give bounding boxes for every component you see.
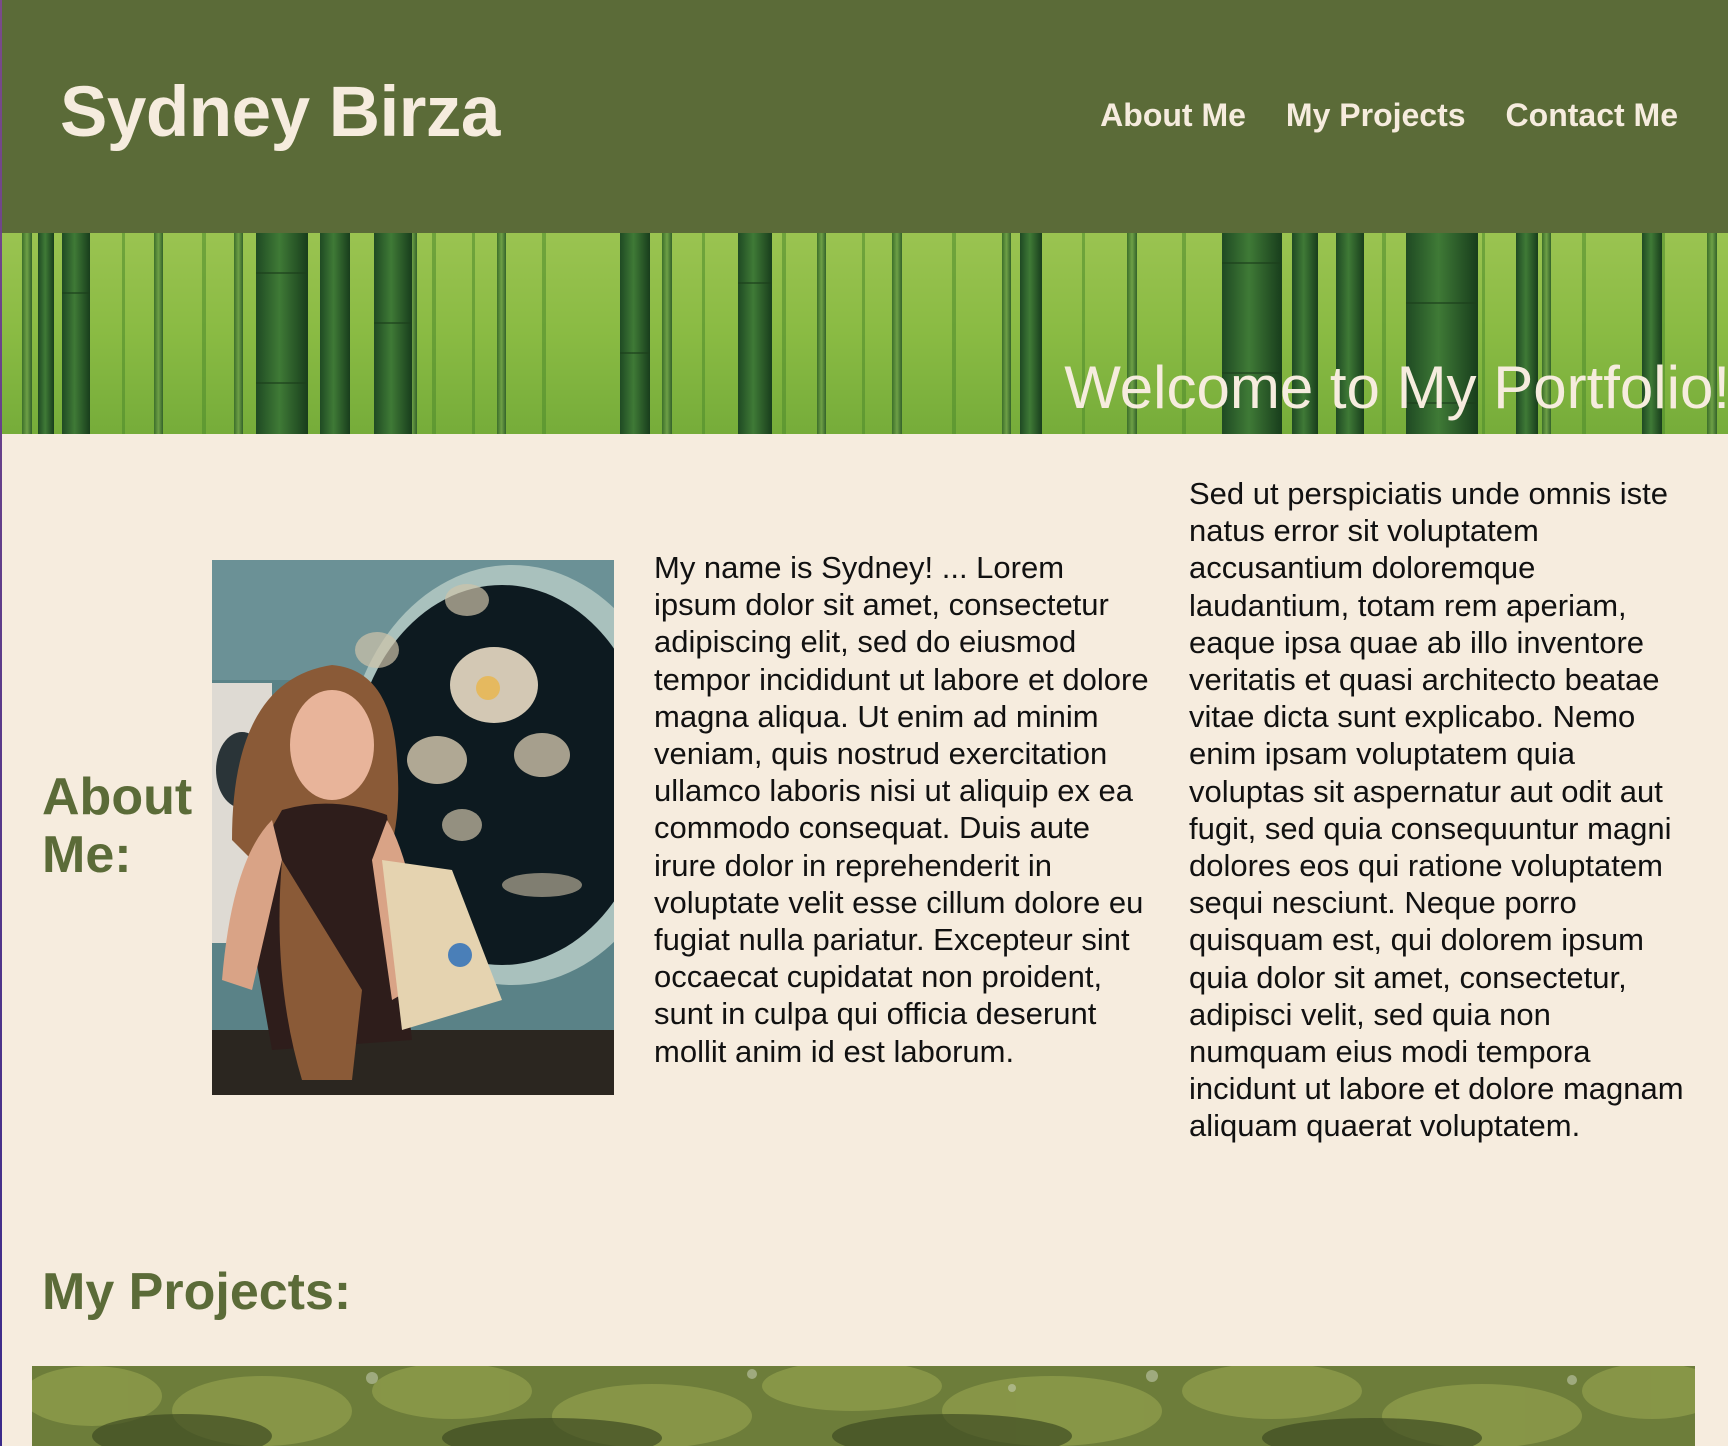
about-paragraph-2: Sed ut perspiciatis unde omnis iste natu… — [1189, 476, 1684, 1144]
nav-link-about-me[interactable]: About Me — [1100, 95, 1246, 135]
my-projects-heading: My Projects: — [42, 1263, 352, 1321]
bamboo-banner: Welcome to My Portfolio! — [2, 233, 1728, 434]
tree-canopy-image — [32, 1366, 1695, 1446]
about-paragraph-1: My name is Sydney! ... Lorem ipsum dolor… — [654, 550, 1149, 1069]
projects-image — [32, 1366, 1695, 1446]
portfolio-page: Sydney Birza About Me My Projects Contac… — [0, 0, 1728, 1446]
nav-link-contact-me[interactable]: Contact Me — [1506, 95, 1678, 135]
window-edge — [0, 0, 2, 1446]
about-me-heading: About Me: — [42, 768, 193, 884]
nav-link-my-projects[interactable]: My Projects — [1286, 95, 1466, 135]
welcome-heading: Welcome to My Portfolio! — [1064, 354, 1728, 421]
jellyfish-aquarium-photo — [212, 560, 614, 1095]
profile-photo — [212, 560, 614, 1095]
site-header: Sydney Birza About Me My Projects Contac… — [2, 0, 1728, 233]
main-nav: About Me My Projects Contact Me — [1100, 95, 1678, 135]
site-title: Sydney Birza — [60, 73, 500, 152]
